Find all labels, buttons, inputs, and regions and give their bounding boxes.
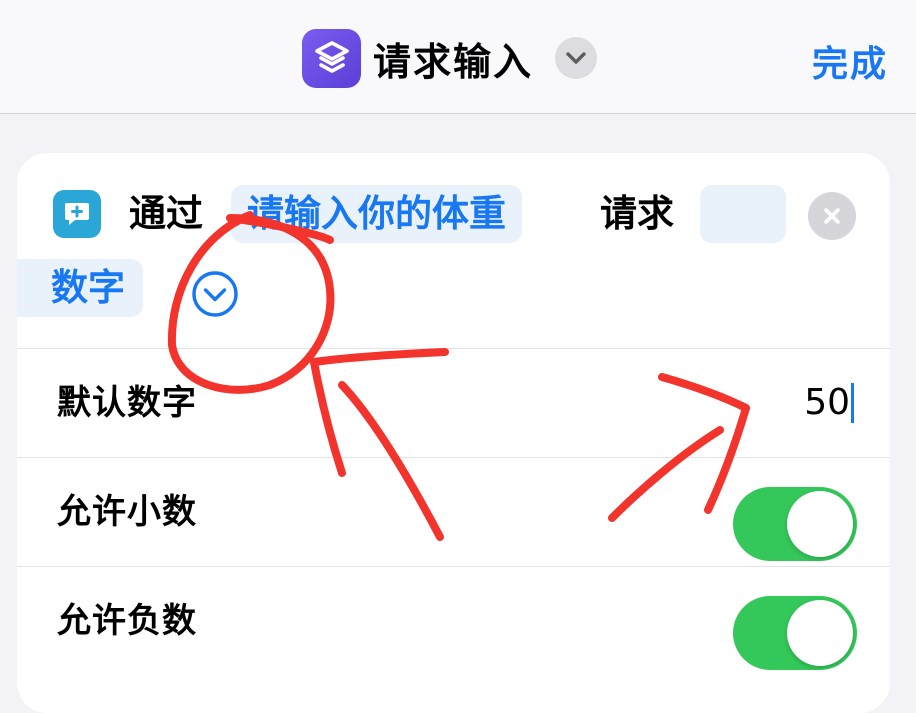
allow-decimals-row: 允许小数 bbox=[17, 458, 890, 567]
shortcuts-icon bbox=[302, 28, 361, 88]
close-icon[interactable] bbox=[808, 192, 856, 240]
action-prefix-text: 通过 bbox=[129, 192, 203, 235]
toggle-knob bbox=[787, 600, 853, 666]
prompt-token[interactable]: 请输入你的体重 bbox=[231, 185, 522, 243]
page-title: 请求输入 bbox=[373, 39, 534, 84]
action-header: 通过 请输入你的体重 请求 数字 bbox=[17, 153, 890, 348]
chevron-down-circle-icon[interactable] bbox=[190, 269, 240, 319]
default-number-label: 默认数字 bbox=[57, 383, 197, 423]
allow-decimals-toggle[interactable] bbox=[733, 487, 857, 561]
default-number-value: 50 bbox=[804, 382, 850, 423]
default-number-row: 默认数字 50 bbox=[17, 349, 890, 458]
action-middle-text: 请求 bbox=[600, 192, 674, 235]
text-cursor bbox=[851, 383, 854, 423]
message-plus-icon bbox=[53, 190, 101, 238]
allow-negatives-row: 允许负数 bbox=[17, 567, 890, 675]
navigation-bar: 请求输入 完成 bbox=[0, 0, 916, 114]
done-button[interactable]: 完成 bbox=[812, 35, 888, 87]
chevron-down-icon[interactable] bbox=[555, 37, 598, 79]
input-type-token[interactable]: 数字 bbox=[17, 259, 143, 317]
empty-parameter-token[interactable] bbox=[700, 185, 786, 243]
toggle-knob bbox=[787, 491, 853, 557]
parameter-list: 默认数字 50 允许小数 允许负数 bbox=[17, 348, 890, 675]
ask-for-input-action-card: 通过 请输入你的体重 请求 数字 默认数字 50 允许小数 允许负数 bbox=[17, 153, 890, 713]
allow-negatives-toggle[interactable] bbox=[733, 596, 857, 670]
title-menu[interactable]: 请求输入 bbox=[302, 27, 598, 89]
allow-negatives-label: 允许负数 bbox=[57, 601, 197, 641]
allow-decimals-label: 允许小数 bbox=[57, 492, 197, 532]
default-number-field[interactable]: 50 bbox=[804, 377, 854, 429]
